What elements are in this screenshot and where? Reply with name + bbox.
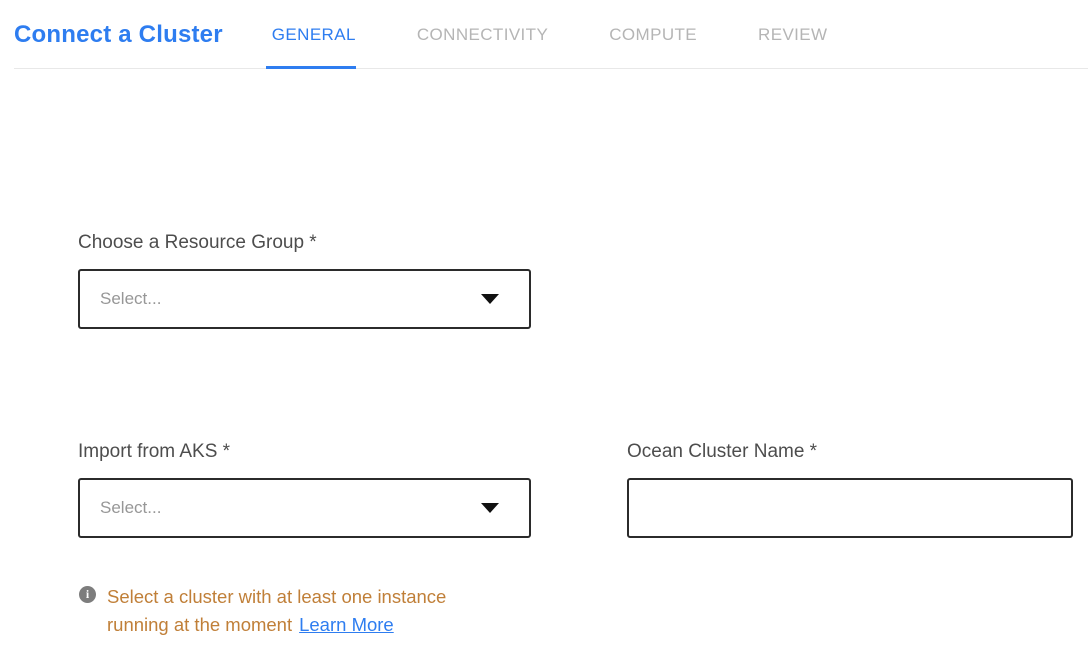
wizard-header: Connect a Cluster GENERAL CONNECTIVITY C…	[0, 0, 1088, 69]
resource-group-label: Choose a Resource Group *	[78, 233, 1088, 253]
import-aks-label: Import from AKS *	[78, 442, 531, 462]
chevron-down-icon	[481, 294, 499, 304]
info-icon: i	[79, 586, 96, 603]
tab-compute[interactable]: COMPUTE	[609, 0, 697, 69]
info-message-text: Select a cluster with at least one insta…	[107, 583, 446, 639]
resource-group-field: Choose a Resource Group * Select...	[78, 233, 1088, 329]
chevron-down-icon	[481, 503, 499, 513]
info-message-line2: running at the moment	[107, 614, 292, 635]
import-aks-field: Import from AKS * Select...	[78, 442, 531, 538]
second-row: Import from AKS * Select... Ocean Cluste…	[78, 442, 1088, 538]
wizard-body: Choose a Resource Group * Select... Impo…	[0, 233, 1088, 639]
resource-group-placeholder: Select...	[100, 289, 481, 309]
learn-more-link[interactable]: Learn More	[299, 614, 394, 635]
wizard-tabs: GENERAL CONNECTIVITY COMPUTE REVIEW	[272, 0, 889, 69]
tab-review[interactable]: REVIEW	[758, 0, 827, 69]
import-aks-placeholder: Select...	[100, 498, 481, 518]
resource-group-select[interactable]: Select...	[78, 269, 531, 329]
info-message: i Select a cluster with at least one ins…	[79, 583, 1088, 639]
info-message-line1: Select a cluster with at least one insta…	[107, 583, 446, 611]
cluster-name-label: Ocean Cluster Name *	[627, 442, 1073, 462]
tab-connectivity[interactable]: CONNECTIVITY	[417, 0, 548, 69]
import-aks-select[interactable]: Select...	[78, 478, 531, 538]
tab-general[interactable]: GENERAL	[272, 0, 356, 69]
cluster-name-input[interactable]	[627, 478, 1073, 538]
page-title: Connect a Cluster	[14, 21, 223, 49]
cluster-name-field: Ocean Cluster Name *	[627, 442, 1073, 538]
